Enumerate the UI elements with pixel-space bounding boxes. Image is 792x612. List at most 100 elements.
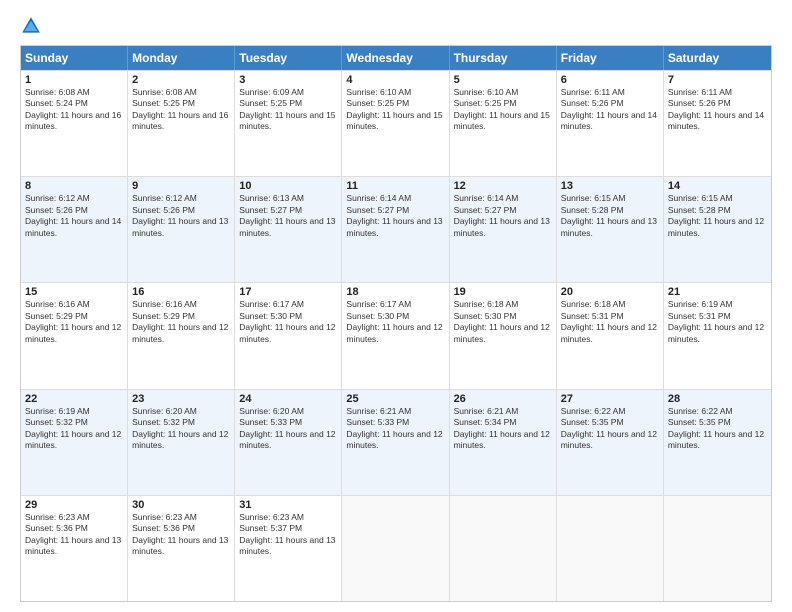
day-number: 16	[132, 286, 230, 298]
day-info: Sunrise: 6:15 AM Sunset: 5:28 PM Dayligh…	[561, 193, 659, 239]
day-number: 1	[25, 74, 123, 86]
header-day-thursday: Thursday	[450, 46, 557, 70]
empty-cell	[450, 496, 557, 601]
day-number: 6	[561, 74, 659, 86]
day-number: 26	[454, 393, 552, 405]
day-info: Sunrise: 6:19 AM Sunset: 5:32 PM Dayligh…	[25, 406, 123, 452]
day-cell-22: 22Sunrise: 6:19 AM Sunset: 5:32 PM Dayli…	[21, 390, 128, 495]
calendar-body: 1Sunrise: 6:08 AM Sunset: 5:24 PM Daylig…	[21, 70, 771, 601]
day-number: 3	[239, 74, 337, 86]
day-info: Sunrise: 6:23 AM Sunset: 5:37 PM Dayligh…	[239, 512, 337, 558]
day-number: 2	[132, 74, 230, 86]
day-cell-28: 28Sunrise: 6:22 AM Sunset: 5:35 PM Dayli…	[664, 390, 771, 495]
day-number: 22	[25, 393, 123, 405]
day-info: Sunrise: 6:13 AM Sunset: 5:27 PM Dayligh…	[239, 193, 337, 239]
header-day-wednesday: Wednesday	[342, 46, 449, 70]
day-number: 17	[239, 286, 337, 298]
day-cell-3: 3Sunrise: 6:09 AM Sunset: 5:25 PM Daylig…	[235, 71, 342, 176]
header-day-monday: Monday	[128, 46, 235, 70]
header-day-saturday: Saturday	[664, 46, 771, 70]
calendar-header-row: SundayMondayTuesdayWednesdayThursdayFrid…	[21, 46, 771, 70]
day-number: 24	[239, 393, 337, 405]
day-info: Sunrise: 6:23 AM Sunset: 5:36 PM Dayligh…	[25, 512, 123, 558]
day-number: 8	[25, 180, 123, 192]
day-cell-30: 30Sunrise: 6:23 AM Sunset: 5:36 PM Dayli…	[128, 496, 235, 601]
day-number: 19	[454, 286, 552, 298]
day-number: 11	[346, 180, 444, 192]
day-info: Sunrise: 6:22 AM Sunset: 5:35 PM Dayligh…	[561, 406, 659, 452]
day-number: 12	[454, 180, 552, 192]
header-day-sunday: Sunday	[21, 46, 128, 70]
day-info: Sunrise: 6:12 AM Sunset: 5:26 PM Dayligh…	[25, 193, 123, 239]
day-cell-11: 11Sunrise: 6:14 AM Sunset: 5:27 PM Dayli…	[342, 177, 449, 282]
day-cell-26: 26Sunrise: 6:21 AM Sunset: 5:34 PM Dayli…	[450, 390, 557, 495]
header-day-tuesday: Tuesday	[235, 46, 342, 70]
day-number: 10	[239, 180, 337, 192]
day-number: 27	[561, 393, 659, 405]
day-info: Sunrise: 6:19 AM Sunset: 5:31 PM Dayligh…	[668, 299, 767, 345]
page-header	[20, 15, 772, 37]
day-cell-16: 16Sunrise: 6:16 AM Sunset: 5:29 PM Dayli…	[128, 283, 235, 388]
day-number: 31	[239, 499, 337, 511]
day-cell-5: 5Sunrise: 6:10 AM Sunset: 5:25 PM Daylig…	[450, 71, 557, 176]
day-number: 13	[561, 180, 659, 192]
day-cell-7: 7Sunrise: 6:11 AM Sunset: 5:26 PM Daylig…	[664, 71, 771, 176]
empty-cell	[664, 496, 771, 601]
day-cell-14: 14Sunrise: 6:15 AM Sunset: 5:28 PM Dayli…	[664, 177, 771, 282]
day-info: Sunrise: 6:15 AM Sunset: 5:28 PM Dayligh…	[668, 193, 767, 239]
day-cell-1: 1Sunrise: 6:08 AM Sunset: 5:24 PM Daylig…	[21, 71, 128, 176]
day-cell-9: 9Sunrise: 6:12 AM Sunset: 5:26 PM Daylig…	[128, 177, 235, 282]
day-info: Sunrise: 6:14 AM Sunset: 5:27 PM Dayligh…	[454, 193, 552, 239]
day-cell-17: 17Sunrise: 6:17 AM Sunset: 5:30 PM Dayli…	[235, 283, 342, 388]
day-cell-2: 2Sunrise: 6:08 AM Sunset: 5:25 PM Daylig…	[128, 71, 235, 176]
day-number: 28	[668, 393, 767, 405]
day-cell-8: 8Sunrise: 6:12 AM Sunset: 5:26 PM Daylig…	[21, 177, 128, 282]
day-cell-12: 12Sunrise: 6:14 AM Sunset: 5:27 PM Dayli…	[450, 177, 557, 282]
week-row-4: 22Sunrise: 6:19 AM Sunset: 5:32 PM Dayli…	[21, 389, 771, 495]
calendar: SundayMondayTuesdayWednesdayThursdayFrid…	[20, 45, 772, 602]
day-number: 21	[668, 286, 767, 298]
day-info: Sunrise: 6:10 AM Sunset: 5:25 PM Dayligh…	[454, 87, 552, 133]
day-info: Sunrise: 6:10 AM Sunset: 5:25 PM Dayligh…	[346, 87, 444, 133]
day-info: Sunrise: 6:08 AM Sunset: 5:24 PM Dayligh…	[25, 87, 123, 133]
day-number: 5	[454, 74, 552, 86]
logo	[20, 15, 46, 37]
day-info: Sunrise: 6:16 AM Sunset: 5:29 PM Dayligh…	[132, 299, 230, 345]
empty-cell	[342, 496, 449, 601]
logo-icon	[20, 15, 42, 37]
week-row-1: 1Sunrise: 6:08 AM Sunset: 5:24 PM Daylig…	[21, 70, 771, 176]
day-number: 18	[346, 286, 444, 298]
day-info: Sunrise: 6:11 AM Sunset: 5:26 PM Dayligh…	[561, 87, 659, 133]
day-number: 23	[132, 393, 230, 405]
day-cell-18: 18Sunrise: 6:17 AM Sunset: 5:30 PM Dayli…	[342, 283, 449, 388]
day-cell-4: 4Sunrise: 6:10 AM Sunset: 5:25 PM Daylig…	[342, 71, 449, 176]
day-number: 9	[132, 180, 230, 192]
day-number: 20	[561, 286, 659, 298]
day-info: Sunrise: 6:20 AM Sunset: 5:33 PM Dayligh…	[239, 406, 337, 452]
week-row-2: 8Sunrise: 6:12 AM Sunset: 5:26 PM Daylig…	[21, 176, 771, 282]
day-info: Sunrise: 6:18 AM Sunset: 5:30 PM Dayligh…	[454, 299, 552, 345]
day-info: Sunrise: 6:23 AM Sunset: 5:36 PM Dayligh…	[132, 512, 230, 558]
day-info: Sunrise: 6:16 AM Sunset: 5:29 PM Dayligh…	[25, 299, 123, 345]
day-number: 29	[25, 499, 123, 511]
empty-cell	[557, 496, 664, 601]
day-info: Sunrise: 6:08 AM Sunset: 5:25 PM Dayligh…	[132, 87, 230, 133]
day-cell-29: 29Sunrise: 6:23 AM Sunset: 5:36 PM Dayli…	[21, 496, 128, 601]
day-info: Sunrise: 6:21 AM Sunset: 5:33 PM Dayligh…	[346, 406, 444, 452]
day-cell-25: 25Sunrise: 6:21 AM Sunset: 5:33 PM Dayli…	[342, 390, 449, 495]
day-info: Sunrise: 6:17 AM Sunset: 5:30 PM Dayligh…	[346, 299, 444, 345]
day-cell-13: 13Sunrise: 6:15 AM Sunset: 5:28 PM Dayli…	[557, 177, 664, 282]
day-info: Sunrise: 6:14 AM Sunset: 5:27 PM Dayligh…	[346, 193, 444, 239]
day-info: Sunrise: 6:22 AM Sunset: 5:35 PM Dayligh…	[668, 406, 767, 452]
day-info: Sunrise: 6:11 AM Sunset: 5:26 PM Dayligh…	[668, 87, 767, 133]
day-cell-31: 31Sunrise: 6:23 AM Sunset: 5:37 PM Dayli…	[235, 496, 342, 601]
day-cell-6: 6Sunrise: 6:11 AM Sunset: 5:26 PM Daylig…	[557, 71, 664, 176]
day-info: Sunrise: 6:18 AM Sunset: 5:31 PM Dayligh…	[561, 299, 659, 345]
day-cell-15: 15Sunrise: 6:16 AM Sunset: 5:29 PM Dayli…	[21, 283, 128, 388]
day-number: 14	[668, 180, 767, 192]
week-row-5: 29Sunrise: 6:23 AM Sunset: 5:36 PM Dayli…	[21, 495, 771, 601]
day-number: 4	[346, 74, 444, 86]
week-row-3: 15Sunrise: 6:16 AM Sunset: 5:29 PM Dayli…	[21, 282, 771, 388]
day-number: 30	[132, 499, 230, 511]
day-cell-21: 21Sunrise: 6:19 AM Sunset: 5:31 PM Dayli…	[664, 283, 771, 388]
